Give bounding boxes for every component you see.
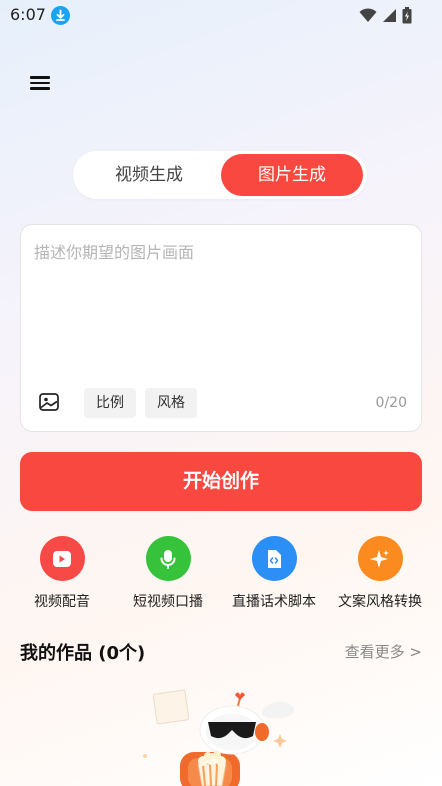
script-file-icon: [251, 536, 297, 581]
tab-image-generation[interactable]: 图片生成: [221, 154, 363, 196]
tab-video-generation[interactable]: 视频生成: [77, 154, 221, 196]
feature-label: 文案风格转换: [338, 594, 422, 610]
sparkle-icon: [357, 536, 403, 581]
battery-icon: [402, 6, 412, 23]
status-time: 6:07: [10, 5, 46, 24]
feature-label: 视频配音: [34, 594, 90, 610]
feature-label: 短视频口播: [133, 594, 203, 610]
robot-mascot-illustration: [143, 689, 294, 786]
see-more-link[interactable]: 查看更多 >: [345, 641, 422, 662]
image-upload-icon[interactable]: [38, 391, 60, 413]
microphone-icon: [145, 536, 191, 581]
status-icons: [359, 6, 412, 23]
start-creation-button[interactable]: 开始创作: [20, 452, 422, 511]
cellular-signal-icon: [383, 8, 396, 22]
character-count: 0/20: [375, 395, 407, 411]
video-dubbing-icon: [39, 536, 85, 581]
menu-icon[interactable]: [30, 73, 54, 95]
feature-live-script[interactable]: 直播话术脚本: [224, 536, 324, 611]
wifi-icon: [359, 7, 377, 22]
feature-video-dubbing[interactable]: 视频配音: [12, 536, 112, 611]
prompt-input[interactable]: [34, 239, 404, 369]
feature-short-video-voiceover[interactable]: 短视频口播: [118, 536, 218, 611]
status-bar: 6:07: [0, 0, 442, 30]
prompt-box: 比例 风格 0/20: [20, 224, 422, 432]
download-notification-icon: [51, 6, 70, 25]
style-chip[interactable]: 风格: [145, 388, 197, 418]
generation-mode-tabs: 视频生成 图片生成: [73, 151, 367, 199]
feature-label: 直播话术脚本: [232, 594, 316, 610]
my-works-title: 我的作品 (0个): [20, 643, 146, 664]
aspect-ratio-chip[interactable]: 比例: [84, 388, 136, 418]
feature-copy-style-conversion[interactable]: 文案风格转换: [330, 536, 430, 611]
